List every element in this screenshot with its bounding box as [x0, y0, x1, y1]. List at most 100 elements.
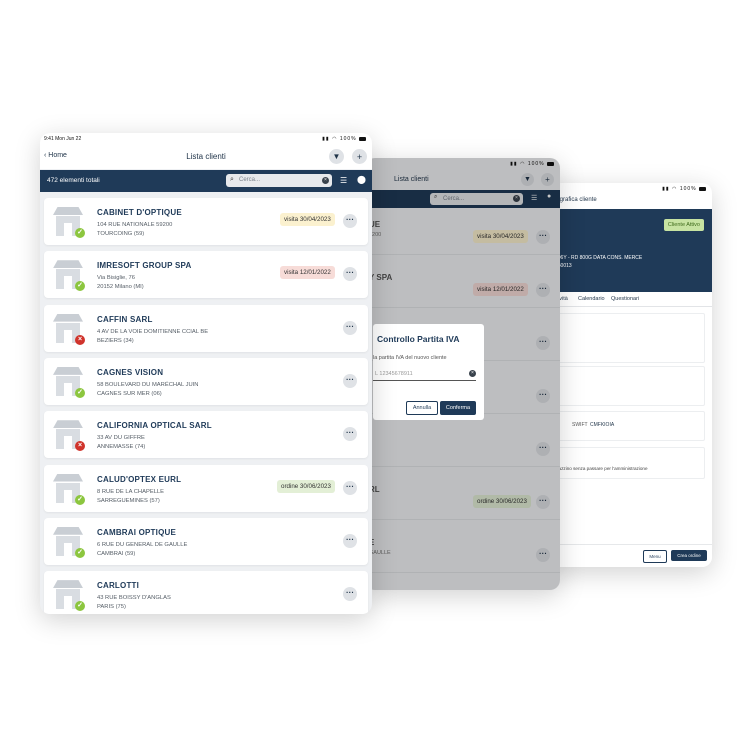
- status-badge: Cliente Attivo: [663, 219, 704, 231]
- activity-tag: visita 30/04/2023: [280, 213, 335, 226]
- more-options-button[interactable]: ···: [343, 533, 357, 548]
- detail-footer: Menu Crea ordine: [545, 544, 712, 567]
- client-name: CALIFORNIA OPTICAL SARL: [97, 421, 212, 431]
- confirm-button[interactable]: Conferma: [440, 401, 476, 415]
- client-card[interactable]: × CALIFORNIA OPTICAL SARL 33 AV DU GIFFRE A…: [44, 411, 368, 459]
- cancel-button[interactable]: Annulla: [406, 401, 438, 415]
- map-pin-icon[interactable]: ⬤: [357, 175, 366, 184]
- note-text: gazzino senza passare per l'amministrazi…: [556, 466, 648, 471]
- client-card[interactable]: ✓ IMRESOFT GROUP SPA Via Bisiglie, 76 20152…: [44, 251, 368, 299]
- ellipsis-icon: ···: [346, 215, 354, 224]
- plus-icon: +: [356, 151, 363, 162]
- client-name: IMRESOFT GROUP SPA: [97, 261, 192, 271]
- client-address-line2: SARREGUEMINES (57): [97, 497, 160, 504]
- tab-questionari[interactable]: Questionari: [611, 296, 639, 302]
- info-line-1: 106Y - RD 800G DATA CONS. MERCE: [555, 255, 643, 261]
- client-card[interactable]: ✓ CALUD'OPTEX EURL 8 RUE DE LA CHAPELLE SAR…: [44, 464, 368, 512]
- list-view-icon[interactable]: ☰: [340, 176, 347, 185]
- detail-section-3: SWIFT CMFKIOIA: [555, 411, 705, 441]
- client-address-line2: CAGNES SUR MER (06): [97, 390, 162, 397]
- status-bar: 9:41 Mon Jun 22 ▮▮ ◠ 100%: [40, 133, 372, 145]
- list-header: ‹ Home Lista clienti ▼ +: [40, 145, 372, 169]
- ellipsis-icon: ···: [346, 268, 354, 278]
- clear-icon[interactable]: ×: [469, 370, 476, 377]
- vat-dialog: Controllo Partita IVA la partita IVA del…: [373, 324, 484, 420]
- filter-button[interactable]: ▼: [329, 149, 344, 164]
- list-toolbar: 472 elementi totali ⌕ Cerca... × ☰ ⬤: [40, 170, 372, 192]
- swift-label: SWIFT: [572, 422, 588, 428]
- more-options-button[interactable]: ···: [343, 373, 357, 388]
- client-address-line1: 104 RUE NATIONALE 59200: [97, 222, 173, 228]
- activity-tag: ordine 30/06/2023: [277, 479, 335, 493]
- detail-section-2: [555, 366, 705, 406]
- check-icon: ✓: [75, 547, 85, 558]
- more-options-button[interactable]: ···: [343, 320, 357, 335]
- check-icon: ✓: [75, 281, 85, 292]
- store-icon: ✓: [53, 207, 85, 239]
- client-detail-screen: ▮▮ ◠ 100% nagrafica cliente Cliente Atti…: [545, 183, 712, 567]
- ellipsis-icon: ···: [346, 321, 354, 331]
- search-placeholder: Cerca...: [239, 177, 261, 183]
- client-card[interactable]: ✓ CARLOTTI 43 RUE BOISSY D'ANGLAS PARIS (75…: [44, 571, 368, 614]
- create-order-button[interactable]: Crea ordine: [671, 550, 707, 561]
- store-icon: ✓: [53, 473, 85, 506]
- ellipsis-icon: ···: [346, 534, 354, 544]
- client-address-line1: 4 AV DE LA VOIE DOMITIENNE CCIAL BE: [97, 328, 209, 335]
- client-address-line1: 6 RUE DU GENERAL DE GAULLE: [97, 541, 188, 548]
- more-options-button[interactable]: ···: [343, 427, 357, 442]
- vat-placeholder: L 12345678911: [375, 371, 413, 377]
- client-address-line2: PARIS (75): [97, 604, 126, 611]
- client-address-line2: CAMBRAI (59): [97, 550, 136, 557]
- menu-button[interactable]: Menu: [643, 550, 667, 563]
- ellipsis-icon: ···: [346, 374, 354, 384]
- page-title: Lista clienti: [186, 152, 226, 161]
- store-icon: ✓: [53, 366, 85, 399]
- dialog-description: la partita IVA del nuovo cliente: [373, 355, 447, 361]
- store-icon: ✓: [53, 580, 85, 612]
- client-address-line1: 43 RUE BOISSY D'ANGLAS: [97, 595, 171, 602]
- client-name: CAMBRAI OPTIQUE: [97, 527, 176, 537]
- client-card[interactable]: ✓ CAGNES VISION 58 BOULEVARD DU MARÉCHAL J…: [44, 357, 368, 405]
- check-icon: ✓: [75, 601, 85, 612]
- store-icon: ✓: [53, 260, 85, 292]
- detail-tabs: ttività Calendario Questionari: [545, 292, 712, 307]
- detail-section-1: [555, 313, 705, 363]
- total-count: 472 elementi totali: [47, 177, 100, 184]
- client-name: CARLOTTI: [97, 581, 140, 591]
- client-name: CALUD'OPTEX EURL: [97, 474, 182, 484]
- activity-tag: visita 12/01/2022: [280, 266, 335, 280]
- search-icon: ⌕: [230, 176, 234, 183]
- search-input[interactable]: ⌕ Cerca... ×: [226, 174, 332, 187]
- client-address-line2: TOURCOING (59): [97, 231, 145, 237]
- client-name: CABINET D'OPTIQUE: [97, 208, 182, 217]
- client-card[interactable]: ✓ CAMBRAI OPTIQUE 6 RUE DU GENERAL DE GAUL…: [44, 517, 368, 565]
- client-address-line1: 33 AV DU GIFFRE: [97, 435, 145, 442]
- vat-input[interactable]: L 12345678911 ×: [373, 368, 476, 381]
- store-icon: ×: [53, 420, 85, 452]
- client-address-line1: 58 BOULEVARD DU MARÉCHAL JUIN: [97, 381, 199, 388]
- client-address-line1: Via Bisiglie, 76: [97, 275, 135, 282]
- client-card[interactable]: × CAFFIN SARL 4 AV DE LA VOIE DOMITIENNE C…: [44, 304, 368, 352]
- status-icons: ▮▮ ◠ 100%: [322, 136, 366, 142]
- client-address-line2: ANNEMASSE (74): [97, 444, 146, 451]
- check-icon: ✓: [75, 494, 85, 505]
- error-icon: ×: [75, 334, 85, 345]
- store-icon: ×: [53, 313, 85, 346]
- client-address-line1: 8 RUE DE LA CHAPELLE: [97, 488, 165, 495]
- clear-icon[interactable]: ×: [322, 177, 329, 184]
- detail-header: nagrafica cliente: [545, 193, 712, 209]
- dialog-title: Controllo Partita IVA: [377, 334, 460, 344]
- client-card[interactable]: ✓ CABINET D'OPTIQUE 104 RUE NATIONALE 5920…: [44, 198, 368, 245]
- more-options-button[interactable]: ···: [343, 214, 357, 228]
- status-icons: ▮▮ ◠ 100%: [662, 186, 706, 192]
- check-icon: ✓: [75, 228, 85, 238]
- error-icon: ×: [75, 441, 85, 452]
- add-button[interactable]: +: [352, 149, 367, 164]
- detail-section-4: gazzino senza passare per l'amministrazi…: [555, 447, 705, 479]
- status-time: 9:41 Mon Jun 22: [44, 136, 82, 142]
- more-options-button[interactable]: ···: [343, 587, 357, 602]
- more-options-button[interactable]: ···: [343, 480, 357, 495]
- more-options-button[interactable]: ···: [343, 267, 357, 282]
- check-icon: ✓: [75, 387, 85, 398]
- tab-calendario[interactable]: Calendario: [578, 296, 605, 302]
